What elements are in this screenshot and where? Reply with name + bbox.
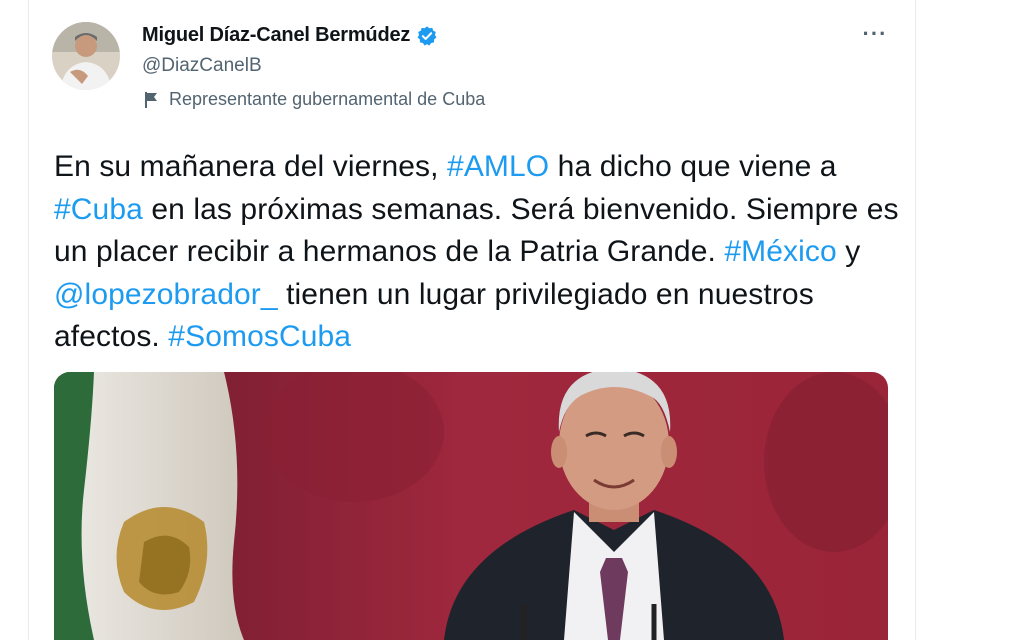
author-name-text[interactable]: Miguel Díaz-Canel Bermúdez xyxy=(142,24,410,47)
government-label-text: Representante gubernamental de Cuba xyxy=(169,89,486,109)
hashtag-link[interactable]: #México xyxy=(724,235,836,268)
more-icon[interactable]: ··· xyxy=(860,23,890,48)
hashtag-link[interactable]: #AMLO xyxy=(447,150,549,183)
mention-link[interactable]: @lopezobrador_ xyxy=(54,278,278,311)
author-name[interactable]: Miguel Díaz-Canel Bermúdez xyxy=(142,24,438,47)
tweet-text-segment: ha dicho que viene a xyxy=(549,150,837,183)
tweet-text-segment: y xyxy=(836,235,861,268)
tweet-photo[interactable] xyxy=(54,372,888,640)
hashtag-link[interactable]: #SomosCuba xyxy=(168,320,351,353)
verified-badge-icon xyxy=(416,25,438,47)
tweet-text-segment: En su mañanera del viernes, xyxy=(54,150,448,183)
hashtag-link[interactable]: #Cuba xyxy=(54,193,143,226)
government-label: Representante gubernamental de Cuba xyxy=(144,89,485,110)
tweet-text: En su mañanera del viernes, #AMLO ha dic… xyxy=(54,146,904,359)
flag-icon xyxy=(144,91,160,109)
author-avatar[interactable] xyxy=(52,22,120,90)
author-handle[interactable]: @DiazCanelB xyxy=(142,55,262,77)
